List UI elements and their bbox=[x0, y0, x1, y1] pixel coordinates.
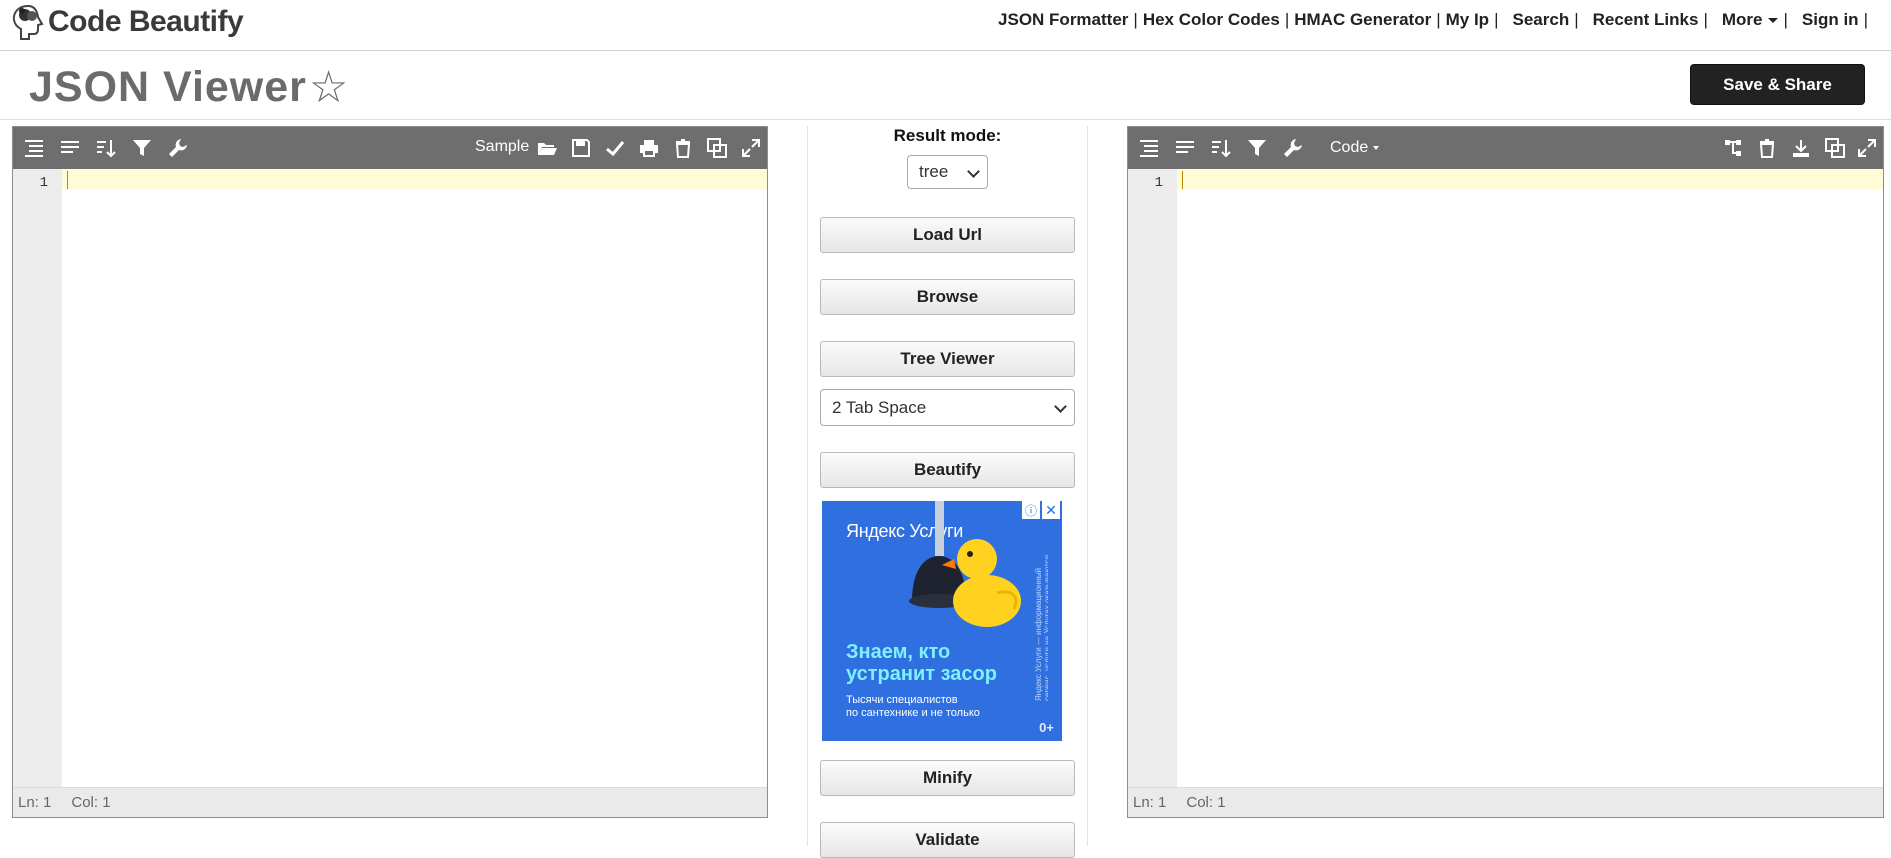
nav-json-formatter[interactable]: JSON Formatter bbox=[998, 10, 1128, 30]
top-nav-links: JSON Formatter | Hex Color Codes | HMAC … bbox=[998, 10, 1873, 30]
line-number-gutter: 1 bbox=[13, 169, 62, 787]
copy-icon[interactable] bbox=[705, 137, 729, 159]
nav-more-label: More bbox=[1721, 10, 1763, 29]
result-mode-value: tree bbox=[919, 162, 949, 181]
status-line: Ln: 1 bbox=[1133, 794, 1167, 811]
input-editor-panel: Sample 1 Ln: 1 Col: 1 bbox=[12, 126, 768, 818]
status-column: Col: 1 bbox=[1186, 794, 1226, 811]
download-icon[interactable] bbox=[1789, 137, 1813, 159]
ad-close-icon[interactable]: ✕ bbox=[1042, 501, 1060, 519]
chevron-down-icon bbox=[1054, 400, 1067, 413]
line-number: 1 bbox=[1154, 175, 1163, 191]
view-mode-dropdown[interactable]: Code bbox=[1330, 139, 1380, 157]
nav-search[interactable]: Search bbox=[1513, 10, 1570, 30]
status-column: Col: 1 bbox=[71, 794, 111, 811]
compact-lines-icon[interactable] bbox=[58, 137, 82, 159]
nav-recent-links[interactable]: Recent Links bbox=[1593, 10, 1699, 30]
top-navigation-bar: Code Beautify JSON Formatter | Hex Color… bbox=[0, 0, 1891, 51]
wrench-icon[interactable] bbox=[1281, 137, 1305, 159]
favorite-star-icon[interactable]: ☆ bbox=[309, 62, 349, 113]
copy-icon[interactable] bbox=[1823, 137, 1847, 159]
beautify-button[interactable]: Beautify bbox=[820, 452, 1075, 488]
browse-button[interactable]: Browse bbox=[820, 279, 1075, 315]
nav-separator: | bbox=[1783, 10, 1788, 29]
result-mode-select[interactable]: tree bbox=[907, 155, 988, 189]
text-cursor bbox=[1182, 171, 1183, 189]
wrench-icon[interactable] bbox=[166, 137, 190, 159]
input-editor-text-area[interactable] bbox=[62, 169, 767, 190]
output-editor-toolbar: Code bbox=[1128, 127, 1883, 169]
sort-icon[interactable] bbox=[94, 137, 118, 159]
line-number-gutter: 1 bbox=[1128, 169, 1177, 787]
validate-button[interactable]: Validate bbox=[820, 822, 1075, 858]
result-mode-label: Result mode: bbox=[893, 126, 1002, 145]
input-editor-statusbar: Ln: 1 Col: 1 bbox=[13, 787, 767, 817]
ad-subtext: Тысячи специалистов по сантехнике и не т… bbox=[846, 694, 980, 720]
nav-separator: | bbox=[1703, 10, 1708, 29]
ad-headline: Знаем, кто устранит засор bbox=[846, 641, 997, 685]
ad-subtext-line: Тысячи специалистов bbox=[846, 694, 958, 706]
logo-text: Code Beautify bbox=[48, 5, 244, 38]
output-editor-panel: Code 1 Ln: 1 Col: 1 bbox=[1127, 126, 1884, 818]
delete-trash-icon[interactable] bbox=[1755, 137, 1779, 159]
fullscreen-icon[interactable] bbox=[1855, 137, 1879, 159]
format-indent-icon[interactable] bbox=[1137, 137, 1161, 159]
ad-subtext-line: по сантехнике и не только bbox=[846, 707, 980, 719]
ad-headline-line: устранит засор bbox=[846, 663, 997, 685]
sort-icon[interactable] bbox=[1209, 137, 1233, 159]
validate-check-icon[interactable] bbox=[603, 137, 627, 159]
chevron-down-icon bbox=[967, 165, 980, 178]
action-column: Result mode: tree Load Url Browse Tree V… bbox=[807, 126, 1088, 858]
nav-separator: | bbox=[1133, 10, 1138, 29]
filter-icon[interactable] bbox=[130, 137, 154, 159]
print-icon[interactable] bbox=[637, 137, 661, 159]
nav-separator: | bbox=[1863, 10, 1868, 29]
advertisement-banner[interactable]: Яндекс Услуги Знаем, кто устранит засор … bbox=[822, 501, 1062, 741]
page-title-text: JSON Viewer bbox=[29, 63, 307, 111]
filter-icon[interactable] bbox=[1245, 137, 1269, 159]
caret-down-icon bbox=[1768, 18, 1779, 24]
view-mode-label: Code bbox=[1330, 139, 1369, 156]
nav-hmac-generator[interactable]: HMAC Generator bbox=[1294, 10, 1431, 30]
site-logo[interactable]: Code Beautify bbox=[10, 0, 244, 44]
tree-structure-icon[interactable] bbox=[1721, 137, 1745, 159]
tab-space-select[interactable]: 2 Tab Space bbox=[820, 389, 1075, 426]
line-number: 1 bbox=[39, 175, 48, 191]
title-row: JSON Viewer ☆ Save & Share bbox=[0, 52, 1891, 120]
nav-separator: | bbox=[1574, 10, 1579, 29]
page-title: JSON Viewer ☆ bbox=[29, 62, 349, 113]
nav-separator: | bbox=[1436, 10, 1441, 29]
nav-hex-color-codes[interactable]: Hex Color Codes bbox=[1143, 10, 1280, 30]
minify-button[interactable]: Minify bbox=[820, 760, 1075, 796]
open-folder-icon[interactable] bbox=[535, 137, 559, 159]
tree-viewer-button[interactable]: Tree Viewer bbox=[820, 341, 1075, 377]
ad-age-rating: 0+ bbox=[1039, 720, 1054, 735]
ad-info-icon[interactable]: ⓘ bbox=[1022, 501, 1040, 519]
nav-more-dropdown[interactable]: More bbox=[1722, 10, 1779, 30]
fullscreen-icon[interactable] bbox=[739, 137, 763, 159]
nav-separator: | bbox=[1284, 10, 1290, 29]
delete-trash-icon[interactable] bbox=[671, 137, 695, 159]
save-icon[interactable] bbox=[569, 137, 593, 159]
compact-lines-icon[interactable] bbox=[1173, 137, 1197, 159]
output-editor-statusbar: Ln: 1 Col: 1 bbox=[1128, 787, 1883, 817]
save-share-button[interactable]: Save & Share bbox=[1690, 64, 1865, 105]
brain-logo-icon bbox=[10, 2, 48, 42]
caret-down-icon bbox=[1373, 145, 1380, 150]
input-editor-toolbar: Sample bbox=[13, 127, 767, 169]
load-url-button[interactable]: Load Url bbox=[820, 217, 1075, 253]
ad-disclaimer: Яндекс Услуги — информационный сервис, у… bbox=[1034, 554, 1048, 701]
nav-sign-in[interactable]: Sign in bbox=[1802, 10, 1859, 30]
nav-my-ip[interactable]: My Ip bbox=[1446, 10, 1489, 30]
sample-link[interactable]: Sample bbox=[475, 138, 529, 156]
nav-separator: | bbox=[1494, 10, 1499, 29]
tab-space-value: 2 Tab Space bbox=[832, 397, 927, 417]
plunger-duck-illustration bbox=[909, 501, 1021, 627]
output-editor-text-area[interactable] bbox=[1177, 169, 1883, 190]
text-cursor bbox=[67, 171, 68, 189]
format-indent-icon[interactable] bbox=[22, 137, 46, 159]
ad-headline-line: Знаем, кто bbox=[846, 641, 951, 663]
status-line: Ln: 1 bbox=[18, 794, 52, 811]
